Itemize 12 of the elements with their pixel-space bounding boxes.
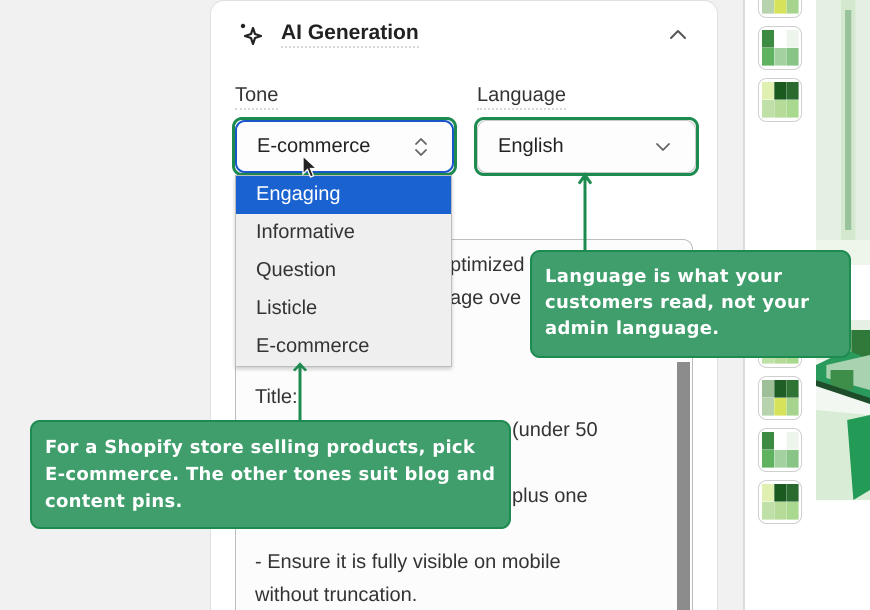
field-label: Tone: [235, 82, 278, 110]
callout-tooltip: Language is what your customers read, not your admin language.: [530, 250, 851, 358]
prompt-text: ptimized: [450, 254, 524, 276]
prompt-text: without truncation.: [255, 584, 418, 606]
field-label: Language: [477, 82, 566, 110]
prompt-text: age ove: [450, 287, 522, 309]
panel-title: AI Generation: [281, 20, 419, 48]
prompt-text: (under 50: [512, 419, 598, 441]
prompt-text: - Ensure it is fully visible on mobile: [255, 551, 561, 573]
callout-tooltip: For a Shopify store selling products, pick E-commerce. The other tones suit blog and content pins.: [30, 420, 511, 529]
prompt-text: Title:: [255, 386, 298, 408]
prompt-text: plus one: [512, 485, 588, 507]
